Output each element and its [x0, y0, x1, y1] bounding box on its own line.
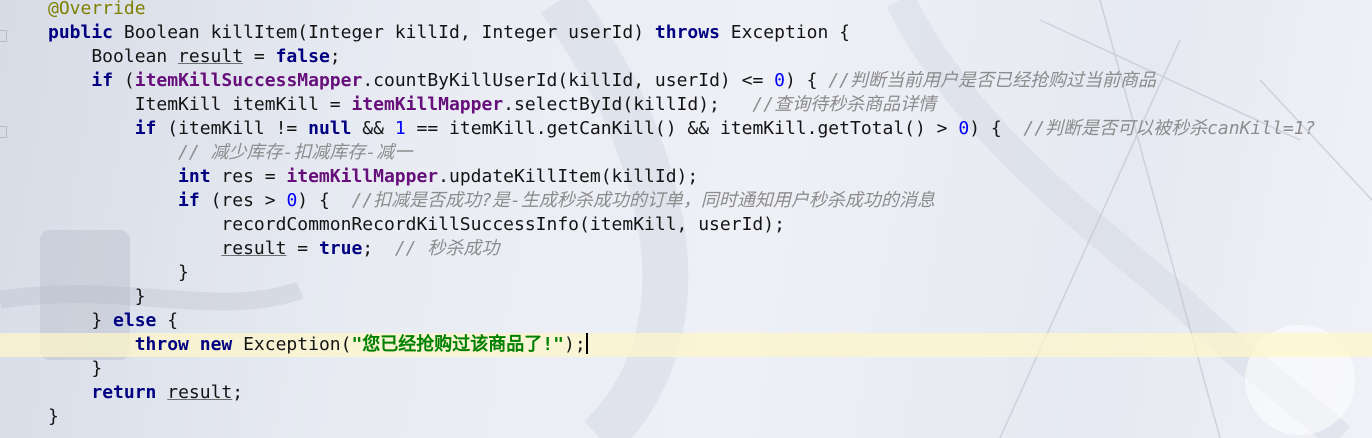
code-line[interactable]: if (itemKillSuccessMapper.countByKillUse… — [48, 69, 1315, 93]
token-keyword: true — [318, 238, 363, 259]
token-text: ) { — [784, 70, 829, 91]
code-line[interactable]: result = true; // 秒杀成功 — [48, 237, 1315, 261]
token-comment: //查询待秒杀商品详情 — [752, 94, 937, 115]
token-field: itemKillSuccessMapper — [134, 70, 363, 91]
token-text: Exception { — [719, 22, 850, 43]
token-text: ) { — [969, 118, 1024, 139]
fold-marker[interactable] — [0, 126, 7, 138]
token-keyword: false — [275, 46, 330, 67]
token-number: 0 — [958, 118, 970, 139]
code-line[interactable]: return result; — [48, 381, 1315, 405]
code-line[interactable]: Boolean result = false; — [48, 45, 1315, 69]
fold-marker[interactable] — [0, 30, 7, 42]
code-line[interactable]: int res = itemKillMapper.updateKillItem(… — [48, 165, 1315, 189]
code-line[interactable]: if (res > 0) { //扣减是否成功?是-生成秒杀成功的订单，同时通知… — [48, 189, 1315, 213]
code-line[interactable]: public Boolean killItem(Integer killId, … — [48, 21, 1315, 45]
token-annotation: @Override — [48, 0, 146, 19]
token-keyword: return — [91, 382, 157, 403]
code-line[interactable]: } — [48, 357, 1315, 381]
token-text: ( — [113, 70, 135, 91]
token-variable: result — [221, 238, 287, 259]
code-editor[interactable]: @Override public Boolean killItem(Integer… — [0, 0, 1372, 438]
token-text: } — [48, 286, 146, 307]
token-comment: //扣减是否成功?是-生成秒杀成功的订单，同时通知用户秒杀成功的消息 — [351, 190, 935, 211]
code-line[interactable]: } — [48, 261, 1315, 285]
code-line[interactable]: ItemKill itemKill = itemKillMapper.selec… — [48, 93, 1315, 117]
token-text: && — [351, 118, 395, 139]
token-field: itemKillMapper — [286, 166, 439, 187]
code-line[interactable]: @Override — [48, 0, 1315, 21]
token-text: recordCommonRecordKillSuccessInfo(itemKi… — [48, 214, 785, 235]
code-line[interactable]: throw new Exception("您已经抢购过该商品了!"); — [48, 333, 1315, 357]
token-text: ; — [329, 46, 341, 67]
token-keyword: if — [91, 70, 114, 91]
token-text: } — [48, 310, 114, 331]
token-string-literal: "您已经抢购过该商品了!" — [351, 334, 564, 355]
token-keyword: public — [48, 22, 114, 43]
code-content[interactable]: @Override public Boolean killItem(Integer… — [48, 0, 1315, 429]
token-text: } — [48, 262, 189, 283]
token-variable: result — [178, 46, 244, 67]
token-variable: result — [167, 382, 233, 403]
code-line[interactable]: } else { — [48, 309, 1315, 333]
token-keyword: if — [178, 190, 200, 211]
token-text: ); — [563, 334, 586, 355]
token-keyword: if — [134, 118, 157, 139]
token-text: = — [286, 238, 319, 259]
token-text: res = — [210, 166, 287, 187]
token-keyword: throw — [134, 334, 189, 355]
token-text: Boolean — [48, 46, 179, 67]
code-line[interactable]: // 减少库存-扣减库存-减一 — [48, 141, 1315, 165]
token-text: ) { — [297, 190, 352, 211]
code-line[interactable]: } — [48, 285, 1315, 309]
token-number: 0 — [774, 70, 785, 91]
text-caret — [585, 333, 588, 354]
token-keyword: throws — [654, 22, 720, 43]
token-keyword: null — [308, 118, 352, 139]
token-comment: //判断当前用户是否已经抢购过当前商品 — [828, 70, 1157, 91]
code-line[interactable]: recordCommonRecordKillSuccessInfo(itemKi… — [48, 213, 1315, 237]
token-text: .updateKillItem(killId); — [438, 166, 699, 187]
token-keyword: new — [199, 334, 233, 355]
token-text: ; — [362, 238, 395, 259]
token-text: = — [243, 46, 276, 67]
token-text: .countByKillUserId(killId, userId) <= — [362, 70, 775, 91]
editor-gutter[interactable] — [0, 0, 14, 438]
token-field: itemKillMapper — [351, 94, 504, 115]
code-line[interactable]: } — [48, 405, 1315, 429]
token-keyword: else — [113, 310, 157, 331]
token-text: } — [48, 406, 59, 427]
token-text: ; — [232, 382, 244, 403]
token-text: (itemKill != — [156, 118, 309, 139]
token-text: ItemKill itemKill = — [48, 94, 352, 115]
code-line[interactable]: if (itemKill != null && 1 == itemKill.ge… — [48, 117, 1316, 141]
token-comment: //判断是否可以被秒杀canKill=1? — [1023, 118, 1316, 139]
token-keyword: int — [178, 166, 211, 187]
token-text: { — [156, 310, 179, 331]
token-text: == itemKill.getCanKill() && itemKill.get… — [405, 118, 959, 139]
token-text: (res > — [199, 190, 287, 211]
token-text: Exception( — [232, 334, 352, 355]
token-number: 0 — [286, 190, 298, 211]
token-text: } — [48, 358, 103, 379]
token-comment: // 减少库存-扣减库存-减一 — [178, 142, 413, 163]
token-comment: // 秒杀成功 — [394, 238, 500, 259]
token-number: 1 — [394, 118, 406, 139]
token-text: .selectById(killId); — [503, 94, 753, 115]
token-text: Boolean killItem(Integer killId, Integer… — [113, 22, 655, 43]
